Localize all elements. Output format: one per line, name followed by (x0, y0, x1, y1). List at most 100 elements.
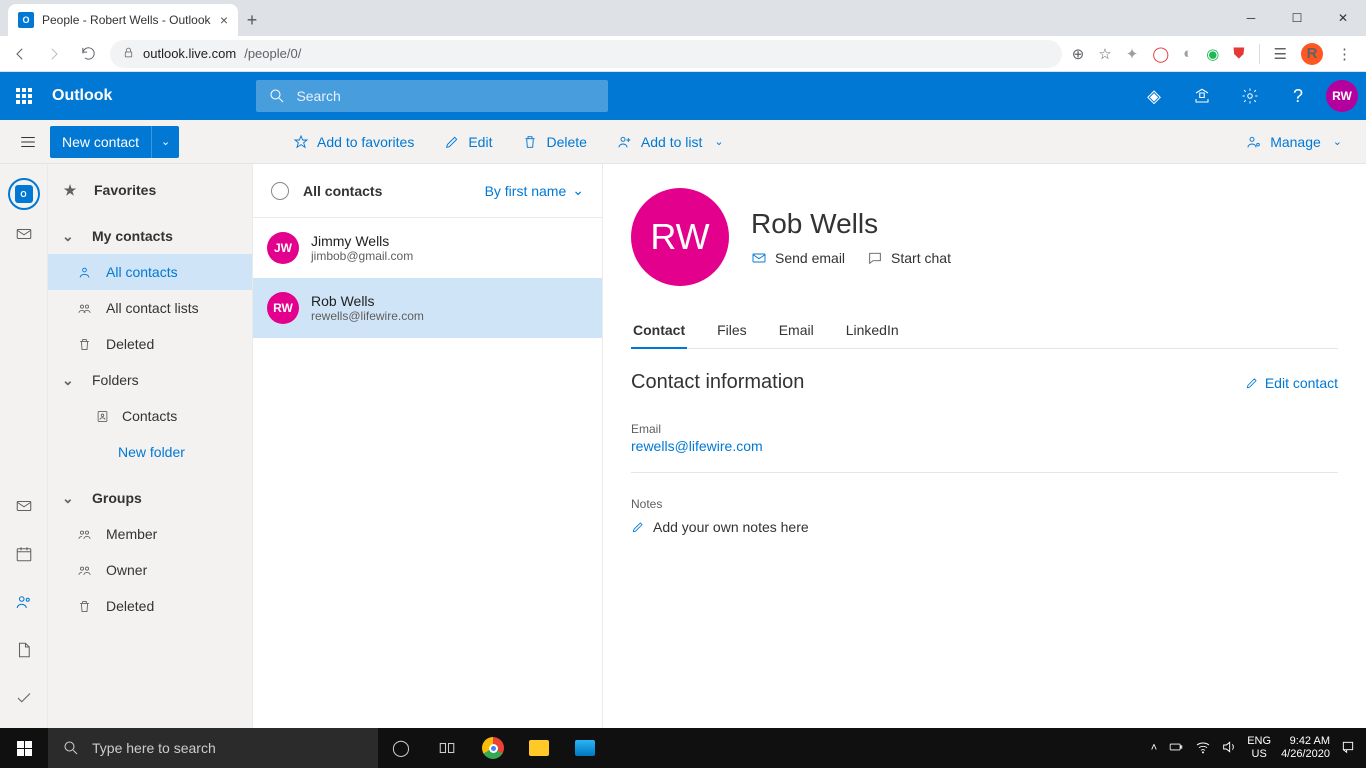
search-box[interactable] (256, 80, 608, 112)
account-avatar[interactable]: RW (1326, 80, 1358, 112)
new-contact-button[interactable]: New contact ⌄ (50, 126, 179, 158)
tab-email[interactable]: Email (777, 314, 816, 348)
tab-files[interactable]: Files (715, 314, 749, 348)
nav-favorites[interactable]: ★ Favorites (48, 172, 252, 208)
premium-icon[interactable]: ◈ (1130, 72, 1178, 120)
taskbar-search[interactable]: Type here to search (48, 728, 378, 768)
explorer-taskbar-icon[interactable] (516, 728, 562, 768)
send-email-button[interactable]: Send email (751, 250, 845, 266)
rail-files-icon[interactable] (0, 626, 48, 674)
browser-tab[interactable]: O People - Robert Wells - Outlook × (8, 4, 238, 36)
forward-button[interactable] (42, 42, 66, 66)
extension-icon-2[interactable]: ◯ (1152, 45, 1169, 63)
nav-favorites-label: Favorites (94, 182, 156, 198)
nav-owner[interactable]: Owner (48, 552, 252, 588)
add-to-list-button[interactable]: Add to list ⌄ (605, 120, 736, 164)
nav-member[interactable]: Member (48, 516, 252, 552)
launch-icon[interactable] (1178, 72, 1226, 120)
start-chat-button[interactable]: Start chat (867, 250, 951, 266)
back-button[interactable] (8, 42, 32, 66)
select-all-checkbox[interactable] (271, 182, 289, 200)
people-icon (76, 301, 92, 316)
tab-linkedin[interactable]: LinkedIn (844, 314, 901, 348)
manage-button[interactable]: Manage ⌄ (1234, 120, 1354, 164)
outlook-favicon: O (18, 12, 34, 28)
rail-people-icon[interactable] (0, 578, 48, 626)
nav-groups-deleted[interactable]: Deleted (48, 588, 252, 624)
address-bar[interactable]: outlook.live.com/people/0/ (110, 40, 1062, 68)
contact-item[interactable]: RW Rob Wells rewells@lifewire.com (253, 278, 602, 338)
notifications-icon[interactable] (1340, 739, 1356, 758)
language-indicator[interactable]: ENGUS (1247, 735, 1271, 761)
nav-new-folder[interactable]: New folder (48, 434, 252, 470)
extension-icon-3[interactable]: ◐ (1183, 45, 1192, 62)
add-notes-button[interactable]: Add your own notes here (631, 519, 1338, 535)
close-tab-icon[interactable]: × (220, 12, 228, 28)
tab-contact[interactable]: Contact (631, 314, 687, 348)
nav-member-label: Member (106, 526, 157, 542)
delete-button[interactable]: Delete (510, 120, 598, 164)
rail-mail-bottom-icon[interactable] (0, 482, 48, 530)
chevron-down-icon: ⌄ (714, 135, 723, 148)
edit-contact-button[interactable]: Edit contact (1245, 375, 1338, 391)
start-button[interactable] (0, 728, 48, 768)
rail-todo-icon[interactable] (0, 674, 48, 722)
zoom-icon[interactable]: ⊕ (1072, 45, 1085, 63)
nav-all-contact-lists[interactable]: All contact lists (48, 290, 252, 326)
battery-icon[interactable] (1167, 740, 1185, 757)
tray-chevron-icon[interactable]: ˄ (1151, 742, 1157, 754)
rail-calendar-icon[interactable] (0, 530, 48, 578)
reload-button[interactable] (76, 42, 100, 66)
edit-label: Edit (468, 134, 492, 150)
nav-contacts-folder-label: Contacts (122, 408, 177, 424)
nav-all-contacts[interactable]: All contacts (48, 254, 252, 290)
outlook-brand[interactable]: Outlook (48, 87, 126, 105)
nav-folders[interactable]: ⌄ Folders (48, 362, 252, 398)
minimize-button[interactable]: ─ (1228, 0, 1274, 36)
chrome-taskbar-icon[interactable] (470, 728, 516, 768)
app-launcher-button[interactable] (0, 72, 48, 120)
contact-name: Rob Wells (311, 293, 424, 309)
nav-my-contacts-label: My contacts (92, 228, 173, 244)
settings-icon[interactable] (1226, 72, 1274, 120)
add-to-favorites-button[interactable]: Add to favorites (281, 120, 426, 164)
nav-contacts-folder[interactable]: Contacts (48, 398, 252, 434)
photos-taskbar-icon[interactable] (562, 728, 608, 768)
reading-list-icon[interactable]: ☰ (1274, 45, 1287, 63)
wifi-icon[interactable] (1195, 739, 1211, 758)
close-window-button[interactable]: ✕ (1320, 0, 1366, 36)
extension-icon-5[interactable]: ⛊ (1233, 45, 1244, 62)
new-contact-label: New contact (50, 134, 151, 150)
avatar: JW (267, 232, 299, 264)
email-field-value[interactable]: rewells@lifewire.com (631, 438, 1338, 454)
nav-groups[interactable]: ⌄ Groups (48, 480, 252, 516)
rail-outlook[interactable]: O (0, 174, 48, 214)
maximize-button[interactable]: ☐ (1274, 0, 1320, 36)
nav-new-folder-label: New folder (118, 444, 185, 460)
task-view-icon[interactable] (424, 728, 470, 768)
volume-icon[interactable] (1221, 739, 1237, 758)
start-chat-label: Start chat (891, 250, 951, 266)
avatar: RW (267, 292, 299, 324)
nav-toggle-button[interactable] (12, 126, 44, 158)
cortana-icon[interactable]: ◯ (378, 728, 424, 768)
chrome-menu-icon[interactable]: ⋮ (1337, 45, 1352, 63)
nav-my-contacts[interactable]: ⌄ My contacts (48, 218, 252, 254)
extension-icon-1[interactable]: ✦ (1126, 45, 1139, 63)
chrome-profile-avatar[interactable]: R (1301, 43, 1323, 65)
help-icon[interactable]: ? (1274, 72, 1322, 120)
search-input[interactable] (296, 88, 596, 104)
extension-icon-4[interactable]: ◉ (1206, 45, 1219, 63)
clock[interactable]: 9:42 AM4/26/2020 (1281, 735, 1330, 761)
nav-deleted[interactable]: Deleted (48, 326, 252, 362)
chevron-down-icon: ⌄ (62, 228, 76, 245)
new-contact-split[interactable]: ⌄ (151, 126, 179, 158)
add-to-list-label: Add to list (641, 134, 702, 150)
contact-item[interactable]: JW Jimmy Wells jimbob@gmail.com (253, 218, 602, 278)
new-tab-button[interactable]: + (238, 4, 266, 36)
section-title: Contact information (631, 371, 804, 394)
sort-button[interactable]: By first name ⌄ (485, 182, 584, 199)
edit-button[interactable]: Edit (432, 120, 504, 164)
rail-mail-icon[interactable] (0, 214, 48, 254)
star-icon[interactable]: ☆ (1098, 45, 1111, 63)
